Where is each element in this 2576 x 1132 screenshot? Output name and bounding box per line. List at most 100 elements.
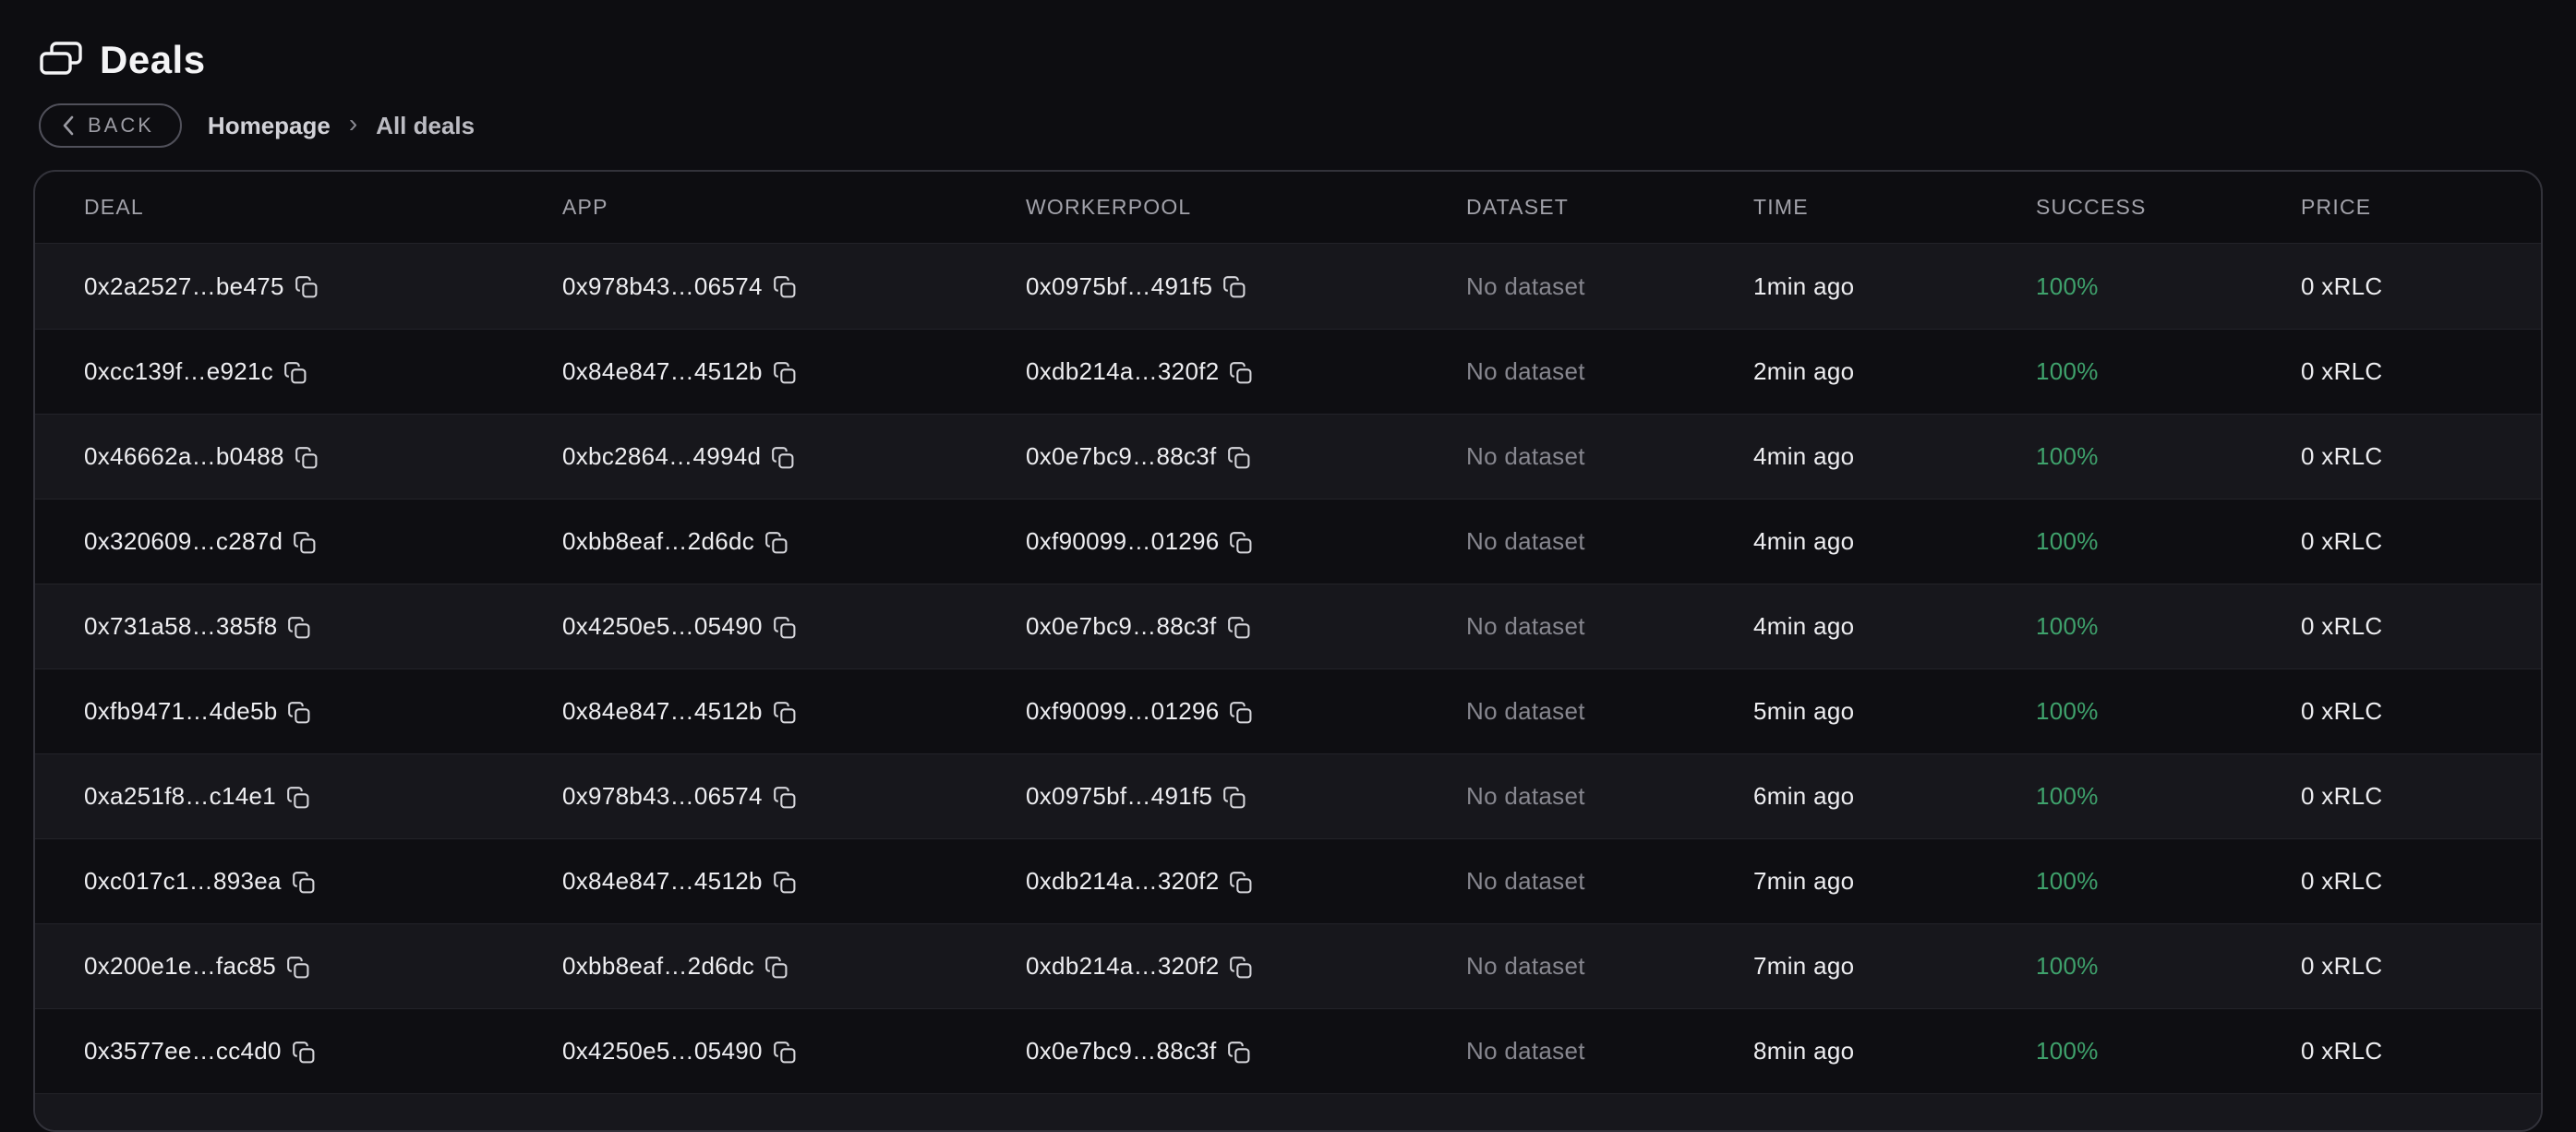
deal-hash-link[interactable]: 0x2a2527…be475 (84, 272, 284, 301)
copy-icon[interactable] (771, 444, 795, 470)
chevron-right-icon: › (349, 109, 357, 138)
app-cell: 0x84e847…4512b (562, 867, 1026, 896)
copy-icon[interactable] (1227, 614, 1251, 640)
success-cell: 100% (2036, 527, 2301, 556)
app-hash-link[interactable]: 0x84e847…4512b (562, 867, 763, 896)
workerpool-hash-link[interactable]: 0xf90099…01296 (1026, 527, 1219, 556)
app-hash-link[interactable]: 0x978b43…06574 (562, 272, 763, 301)
copy-icon[interactable] (287, 699, 311, 725)
price-cell: 0 xRLC (2301, 867, 2541, 896)
copy-icon[interactable] (773, 614, 797, 640)
table-row[interactable]: 0x46662a…b0488 0xbc2864…4994d 0x0e7bc9…8… (35, 414, 2541, 499)
deal-hash-link[interactable]: 0xcc139f…e921c (84, 357, 273, 386)
page-header: Deals BACK Homepage › All deals (0, 0, 2576, 148)
app-hash-link[interactable]: 0x84e847…4512b (562, 357, 763, 386)
column-header-workerpool: WORKERPOOL (1026, 195, 1466, 220)
app-cell: 0xbc2864…4994d (562, 442, 1026, 471)
table-header-row: DEAL APP WORKERPOOL DATASET TIME SUCCESS… (35, 172, 2541, 244)
time-cell: 4min ago (1753, 442, 2036, 471)
table-row[interactable]: 0xc017c1…893ea 0x84e847…4512b 0xdb214a…3… (35, 838, 2541, 923)
price-cell: 0 xRLC (2301, 527, 2541, 556)
copy-icon[interactable] (773, 273, 797, 299)
copy-icon[interactable] (286, 954, 310, 980)
table-row[interactable]: 0x2a2527…be475 0x978b43…06574 0x0975bf…4… (35, 244, 2541, 329)
dataset-cell: No dataset (1466, 952, 1753, 981)
copy-icon[interactable] (292, 869, 316, 895)
dataset-cell: No dataset (1466, 697, 1753, 726)
deal-hash-link[interactable]: 0xfb9471…4de5b (84, 697, 277, 726)
table-row[interactable]: 0xa251f8…c14e1 0x978b43…06574 0x0975bf…4… (35, 753, 2541, 838)
copy-icon[interactable] (1222, 784, 1246, 810)
workerpool-cell: 0x0e7bc9…88c3f (1026, 442, 1466, 471)
copy-icon[interactable] (773, 1039, 797, 1065)
workerpool-hash-link[interactable]: 0x0e7bc9…88c3f (1026, 1037, 1217, 1066)
workerpool-hash-link[interactable]: 0xdb214a…320f2 (1026, 952, 1219, 981)
workerpool-hash-link[interactable]: 0xdb214a…320f2 (1026, 357, 1219, 386)
copy-icon[interactable] (773, 359, 797, 385)
workerpool-cell: 0x0975bf…491f5 (1026, 272, 1466, 301)
price-cell: 0 xRLC (2301, 1037, 2541, 1066)
app-hash-link[interactable]: 0x4250e5…05490 (562, 1037, 763, 1066)
table-row[interactable]: 0xfb9471…4de5b 0x84e847…4512b 0xf90099…0… (35, 668, 2541, 753)
app-cell: 0x4250e5…05490 (562, 1037, 1026, 1066)
copy-icon[interactable] (295, 273, 319, 299)
workerpool-hash-link[interactable]: 0xdb214a…320f2 (1026, 867, 1219, 896)
deal-hash-link[interactable]: 0x731a58…385f8 (84, 612, 277, 641)
table-row[interactable]: 0x3577ee…cc4d0 0x4250e5…05490 0x0e7bc9…8… (35, 1008, 2541, 1093)
copy-icon[interactable] (293, 529, 317, 555)
deals-table: DEAL APP WORKERPOOL DATASET TIME SUCCESS… (33, 170, 2543, 1132)
deal-hash-link[interactable]: 0x200e1e…fac85 (84, 952, 276, 981)
copy-icon[interactable] (1227, 444, 1251, 470)
copy-icon[interactable] (286, 784, 310, 810)
copy-icon[interactable] (295, 444, 319, 470)
deal-cell: 0xc017c1…893ea (84, 867, 562, 896)
workerpool-cell: 0x0e7bc9…88c3f (1026, 612, 1466, 641)
table-row-partial[interactable] (35, 1093, 2541, 1130)
copy-icon[interactable] (1229, 359, 1253, 385)
dataset-cell: No dataset (1466, 357, 1753, 386)
time-cell: 5min ago (1753, 697, 2036, 726)
copy-icon[interactable] (1227, 1039, 1251, 1065)
copy-icon[interactable] (773, 699, 797, 725)
app-hash-link[interactable]: 0xbb8eaf…2d6dc (562, 527, 754, 556)
copy-icon[interactable] (1229, 529, 1253, 555)
workerpool-hash-link[interactable]: 0x0e7bc9…88c3f (1026, 442, 1217, 471)
copy-icon[interactable] (764, 954, 788, 980)
app-hash-link[interactable]: 0x4250e5…05490 (562, 612, 763, 641)
app-cell: 0x84e847…4512b (562, 697, 1026, 726)
chevron-left-icon (61, 114, 76, 137)
workerpool-hash-link[interactable]: 0x0e7bc9…88c3f (1026, 612, 1217, 641)
breadcrumb-homepage[interactable]: Homepage (208, 112, 331, 140)
copy-icon[interactable] (283, 359, 307, 385)
copy-icon[interactable] (1229, 869, 1253, 895)
dataset-cell: No dataset (1466, 782, 1753, 811)
deal-hash-link[interactable]: 0x3577ee…cc4d0 (84, 1037, 282, 1066)
deal-hash-link[interactable]: 0x320609…c287d (84, 527, 283, 556)
copy-icon[interactable] (773, 784, 797, 810)
workerpool-hash-link[interactable]: 0x0975bf…491f5 (1026, 782, 1212, 811)
app-hash-link[interactable]: 0xbc2864…4994d (562, 442, 761, 471)
deal-hash-link[interactable]: 0x46662a…b0488 (84, 442, 284, 471)
workerpool-hash-link[interactable]: 0xf90099…01296 (1026, 697, 1219, 726)
workerpool-hash-link[interactable]: 0x0975bf…491f5 (1026, 272, 1212, 301)
table-row[interactable]: 0xcc139f…e921c 0x84e847…4512b 0xdb214a…3… (35, 329, 2541, 414)
copy-icon[interactable] (1229, 699, 1253, 725)
back-button[interactable]: BACK (39, 103, 182, 148)
copy-icon[interactable] (287, 614, 311, 640)
table-row[interactable]: 0x200e1e…fac85 0xbb8eaf…2d6dc 0xdb214a…3… (35, 923, 2541, 1008)
deal-hash-link[interactable]: 0xc017c1…893ea (84, 867, 282, 896)
app-cell: 0xbb8eaf…2d6dc (562, 527, 1026, 556)
table-row[interactable]: 0x320609…c287d 0xbb8eaf…2d6dc 0xf90099…0… (35, 499, 2541, 584)
table-row[interactable]: 0x731a58…385f8 0x4250e5…05490 0x0e7bc9…8… (35, 584, 2541, 668)
copy-icon[interactable] (1222, 273, 1246, 299)
copy-icon[interactable] (1229, 954, 1253, 980)
deal-hash-link[interactable]: 0xa251f8…c14e1 (84, 782, 276, 811)
copy-icon[interactable] (292, 1039, 316, 1065)
deal-cell: 0x2a2527…be475 (84, 272, 562, 301)
copy-icon[interactable] (773, 869, 797, 895)
back-button-label: BACK (88, 114, 154, 138)
app-hash-link[interactable]: 0x978b43…06574 (562, 782, 763, 811)
app-hash-link[interactable]: 0x84e847…4512b (562, 697, 763, 726)
copy-icon[interactable] (764, 529, 788, 555)
app-hash-link[interactable]: 0xbb8eaf…2d6dc (562, 952, 754, 981)
